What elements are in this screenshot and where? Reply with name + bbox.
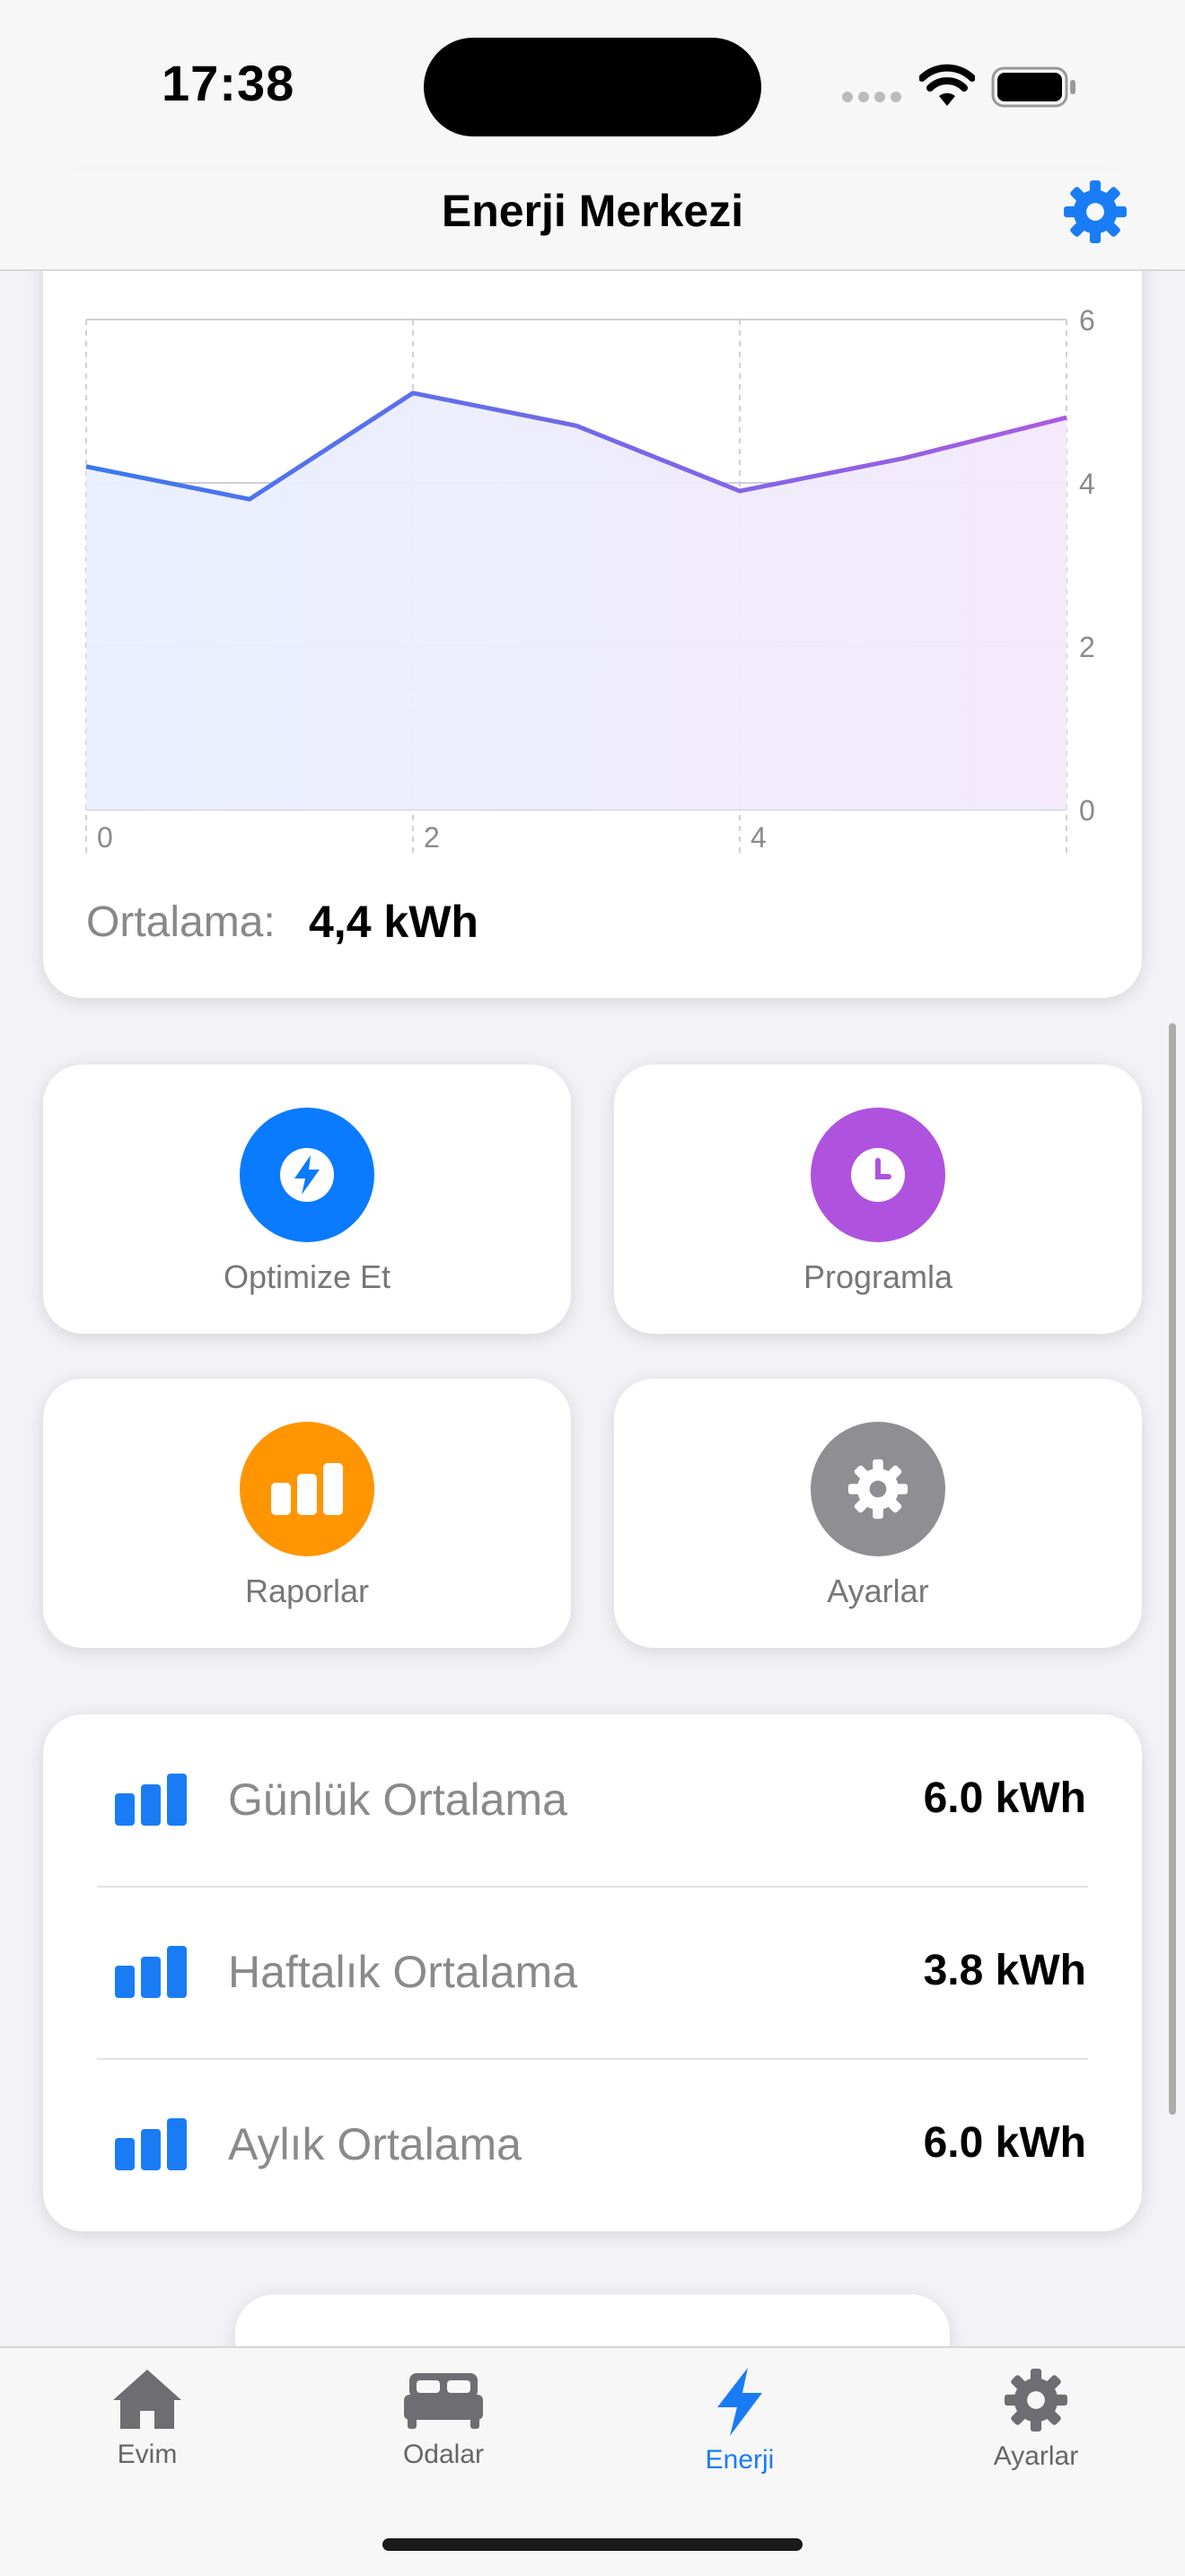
reports-button[interactable]: Raporlar xyxy=(43,1379,571,1648)
tab-label: Odalar xyxy=(402,2440,485,2469)
bar-chart-icon xyxy=(115,2118,187,2170)
x-tick-label: 4 xyxy=(750,821,767,854)
average-label: Ortalama: xyxy=(86,898,276,946)
bar-chart-icon xyxy=(115,1946,187,1998)
tab-settings[interactable]: Ayarlar xyxy=(946,2366,1126,2472)
gear-icon[interactable] xyxy=(1061,178,1129,246)
tab-rooms[interactable]: Odalar xyxy=(354,2366,533,2470)
nav-bar: Enerji Merkezi xyxy=(0,171,1185,271)
energy-line-chart: 0 2 4 6 0 2 4 xyxy=(85,304,1095,854)
x-tick-label: 0 xyxy=(97,821,113,854)
bolt-icon xyxy=(717,2368,762,2436)
clock-icon xyxy=(811,1108,945,1242)
tab-label: Enerji xyxy=(705,2445,775,2475)
x-tick-label: 2 xyxy=(424,821,440,854)
bar-chart-icon xyxy=(240,1422,374,1556)
battery-icon xyxy=(991,66,1075,108)
bolt-icon xyxy=(240,1108,374,1242)
stat-row-daily: Günlük Ortalama 6.0 kWh xyxy=(43,1714,1142,1887)
dynamic-island xyxy=(424,38,761,136)
tab-label: Evim xyxy=(117,2440,178,2469)
home-indicator[interactable] xyxy=(382,2538,803,2551)
schedule-label: Programla xyxy=(803,1258,953,1295)
energy-chart-card: 0 2 4 6 0 2 4 Ortalama: 4,4 kWh xyxy=(43,180,1142,998)
averages-card: Günlük Ortalama 6.0 kWh Haftalık Ortalam… xyxy=(43,1714,1142,2231)
settings-tile-label: Ayarlar xyxy=(827,1573,929,1609)
house-icon xyxy=(113,2370,181,2429)
tab-label: Ayarlar xyxy=(993,2441,1079,2471)
scroll-indicator[interactable] xyxy=(1169,1023,1176,2115)
tab-home[interactable]: Evim xyxy=(57,2366,237,2470)
bar-chart-icon xyxy=(115,1774,187,1826)
status-bar: 17:38 xyxy=(0,0,1185,171)
settings-tile-button[interactable]: Ayarlar xyxy=(614,1379,1142,1648)
gear-icon xyxy=(811,1422,945,1556)
optimize-label: Optimize Et xyxy=(223,1258,391,1295)
y-tick-label: 4 xyxy=(1079,468,1095,500)
optimize-button[interactable]: Optimize Et xyxy=(43,1065,571,1334)
status-time: 17:38 xyxy=(162,55,295,111)
y-tick-label: 6 xyxy=(1079,304,1095,337)
schedule-button[interactable]: Programla xyxy=(614,1065,1142,1334)
stat-label: Aylık Ortalama xyxy=(228,2119,522,2169)
average-value: 4,4 kWh xyxy=(309,897,478,947)
bed-icon xyxy=(404,2373,483,2429)
wifi-icon xyxy=(919,64,975,106)
gear-icon xyxy=(1005,2369,1067,2431)
signal-dots-icon xyxy=(842,92,901,102)
stat-row-weekly: Haftalık Ortalama 3.8 kWh xyxy=(43,1887,1142,2059)
page-title: Enerji Merkezi xyxy=(441,186,744,236)
y-tick-label: 2 xyxy=(1079,631,1095,663)
y-tick-label: 0 xyxy=(1079,794,1095,827)
stat-value: 6.0 kWh xyxy=(923,1774,1086,1822)
stat-label: Günlük Ortalama xyxy=(228,1774,567,1825)
stat-label: Haftalık Ortalama xyxy=(228,1947,578,1997)
tab-energy[interactable]: Enerji xyxy=(650,2366,830,2475)
stat-row-monthly: Aylık Ortalama 6.0 kWh xyxy=(43,2059,1142,2231)
stat-value: 6.0 kWh xyxy=(923,2119,1086,2167)
reports-label: Raporlar xyxy=(244,1573,370,1609)
stat-value: 3.8 kWh xyxy=(923,1947,1086,1994)
